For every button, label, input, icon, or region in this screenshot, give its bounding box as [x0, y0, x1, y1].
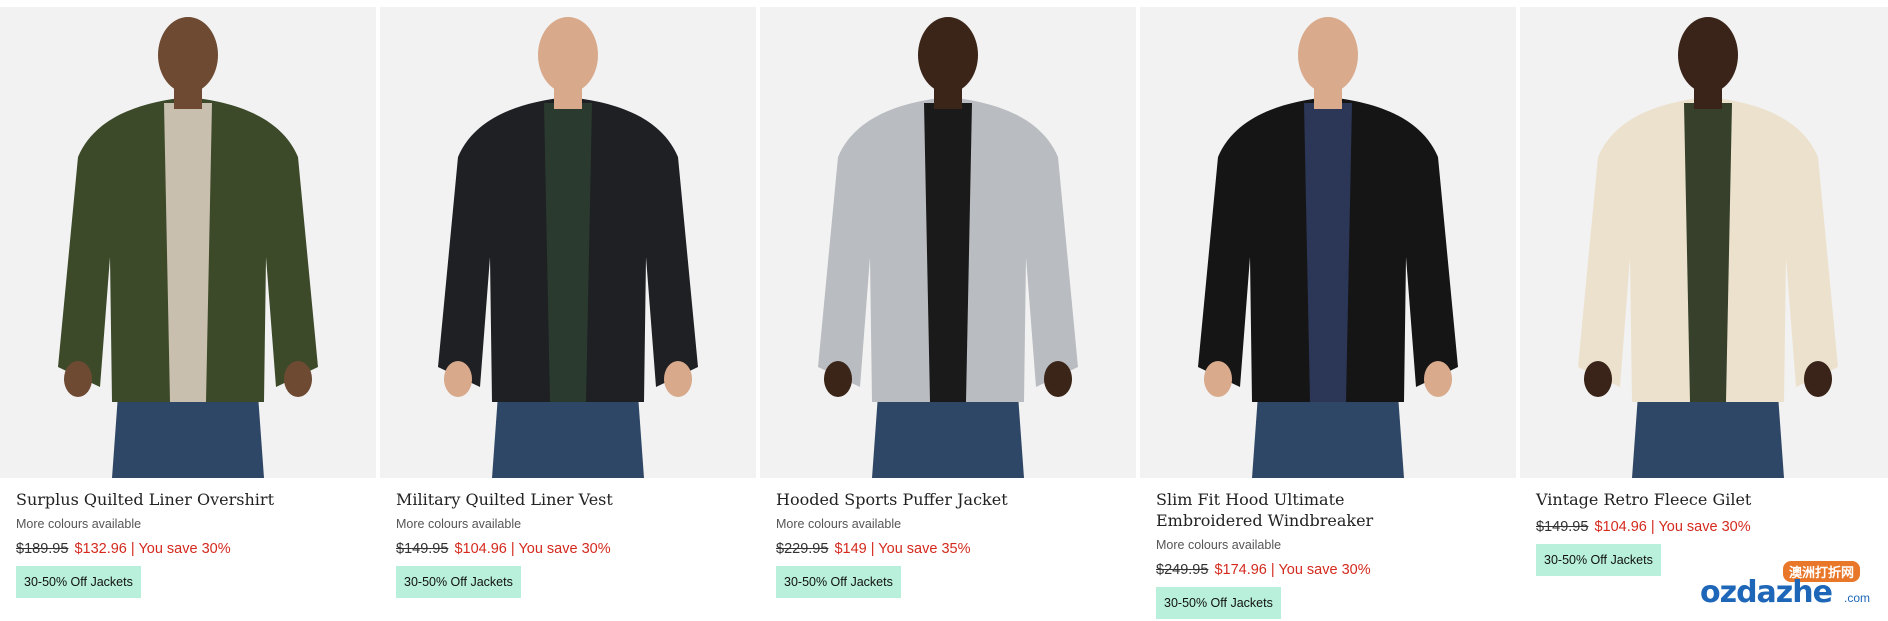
product-image[interactable] — [0, 7, 376, 478]
product-grid: Surplus Quilted Liner Overshirt More col… — [0, 7, 1888, 621]
savings-text: | You save 30% — [130, 541, 231, 557]
more-colours-note: More colours available — [16, 517, 142, 531]
more-colours-note: More colours available — [396, 517, 522, 531]
model-illustration — [1198, 17, 1458, 478]
product-card[interactable]: Slim Fit Hood Ultimate Embroidered Windb… — [1140, 7, 1516, 621]
sale-price: $149 — [834, 541, 867, 557]
watermark-logo: 澳洲打折网 ozdazhe .com — [1700, 561, 1870, 611]
model-illustration — [1578, 17, 1838, 478]
original-price: $249.95 — [1156, 562, 1209, 578]
product-price: $149.95 $104.96 | You save 30% — [396, 540, 740, 558]
sale-price: $174.96 — [1214, 562, 1267, 578]
product-title[interactable]: Slim Fit Hood Ultimate Embroidered Windb… — [1156, 489, 1456, 531]
product-title[interactable]: Vintage Retro Fleece Gilet — [1536, 489, 1836, 510]
sale-price: $104.96 — [454, 541, 507, 557]
model-illustration — [818, 17, 1078, 478]
product-image[interactable] — [1520, 7, 1888, 478]
product-info: Slim Fit Hood Ultimate Embroidered Windb… — [1140, 478, 1516, 619]
product-title[interactable]: Hooded Sports Puffer Jacket — [776, 489, 1076, 510]
savings-text: | You save 30% — [1270, 562, 1371, 578]
product-image[interactable] — [760, 7, 1136, 478]
promo-badge[interactable]: 30-50% Off Jackets — [16, 566, 141, 598]
product-price: $229.95 $149 | You save 35% — [776, 540, 1120, 558]
product-image[interactable] — [380, 7, 756, 478]
promo-badge[interactable]: 30-50% Off Jackets — [1536, 544, 1661, 576]
original-price: $149.95 — [396, 541, 449, 557]
original-price: $149.95 — [1536, 519, 1589, 535]
promo-badge[interactable]: 30-50% Off Jackets — [776, 566, 901, 598]
product-title[interactable]: Military Quilted Liner Vest — [396, 489, 696, 510]
savings-text: | You save 35% — [870, 541, 971, 557]
product-info: Military Quilted Liner Vest More colours… — [380, 478, 756, 598]
product-info: Surplus Quilted Liner Overshirt More col… — [0, 478, 376, 598]
more-colours-note: More colours available — [1156, 538, 1282, 552]
product-card[interactable]: Hooded Sports Puffer Jacket More colours… — [760, 7, 1136, 621]
model-illustration — [58, 17, 318, 478]
savings-text: | You save 30% — [510, 541, 611, 557]
sale-price: $104.96 — [1594, 519, 1647, 535]
savings-text: | You save 30% — [1650, 519, 1751, 535]
watermark-domain-text: .com — [1843, 591, 1870, 605]
product-card[interactable]: Vintage Retro Fleece Gilet $149.95 $104.… — [1520, 7, 1888, 621]
product-price: $249.95 $174.96 | You save 30% — [1156, 561, 1500, 579]
product-title[interactable]: Surplus Quilted Liner Overshirt — [16, 489, 316, 510]
more-colours-note: More colours available — [776, 517, 902, 531]
product-price: $149.95 $104.96 | You save 30% — [1536, 518, 1880, 536]
watermark-main-text: ozdazhe — [1700, 575, 1833, 610]
original-price: $229.95 — [776, 541, 829, 557]
product-card[interactable]: Military Quilted Liner Vest More colours… — [380, 7, 756, 621]
product-card[interactable]: Surplus Quilted Liner Overshirt More col… — [0, 7, 376, 621]
promo-badge[interactable]: 30-50% Off Jackets — [1156, 587, 1281, 619]
original-price: $189.95 — [16, 541, 69, 557]
product-image[interactable] — [1140, 7, 1516, 478]
promo-badge[interactable]: 30-50% Off Jackets — [396, 566, 521, 598]
product-info: Hooded Sports Puffer Jacket More colours… — [760, 478, 1136, 598]
sale-price: $132.96 — [74, 541, 127, 557]
model-illustration — [438, 17, 698, 478]
product-price: $189.95 $132.96 | You save 30% — [16, 540, 360, 558]
